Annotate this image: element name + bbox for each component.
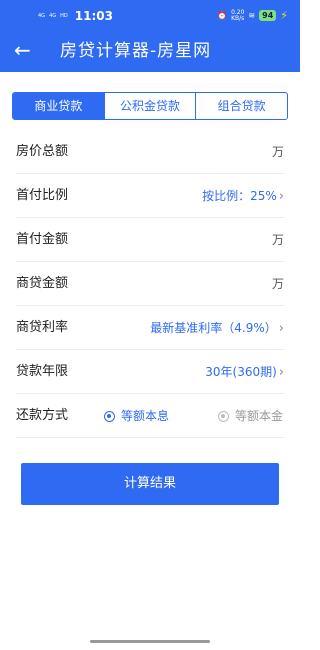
down-amount-unit: 万 bbox=[271, 233, 284, 247]
radio-equal-principal-label: 等额本金 bbox=[235, 409, 284, 423]
radio-equal-installment-label: 等额本息 bbox=[121, 409, 170, 423]
form-rows: 房价总额 万 首付比例 按比例：25% › 首付金额 万 商贷金额 万 商贷利率 … bbox=[0, 130, 300, 438]
total-price-row[interactable]: 房价总额 万 bbox=[16, 130, 284, 174]
loan-type-tabs: 商业贷款 公积金贷款 组合贷款 bbox=[12, 92, 288, 120]
chevron-right-icon: › bbox=[278, 365, 284, 380]
tab-commercial-loan[interactable]: 商业贷款 bbox=[13, 93, 104, 119]
repay-method-row: 还款方式 等额本息 等额本金 bbox=[16, 394, 284, 438]
loan-amount-unit: 万 bbox=[271, 277, 284, 291]
repay-method-label: 还款方式 bbox=[16, 408, 69, 423]
back-arrow-icon[interactable]: ← bbox=[14, 40, 31, 60]
loan-amount-row[interactable]: 商贷金额 万 bbox=[16, 262, 284, 306]
loan-rate-text: 最新基准利率（4.9%） bbox=[150, 321, 277, 335]
calculate-button[interactable]: 计算结果 bbox=[21, 463, 279, 505]
down-ratio-row[interactable]: 首付比例 按比例：25% › bbox=[16, 174, 284, 218]
app-header: 4G 4G HD 11:03 ⏰ 0.20 KB/s ≋ 94 ⚡ ← 房贷计算… bbox=[0, 0, 300, 72]
tab-combined-loan[interactable]: 组合贷款 bbox=[195, 93, 287, 119]
loan-term-row[interactable]: 贷款年限 30年(360期) › bbox=[16, 350, 284, 394]
wifi-icon: ≋ bbox=[248, 11, 256, 20]
total-price-unit: 万 bbox=[271, 145, 284, 159]
radio-equal-principal[interactable]: 等额本金 bbox=[218, 394, 283, 438]
tab-provident-fund-loan[interactable]: 公积金贷款 bbox=[103, 93, 196, 119]
loan-term-label: 贷款年限 bbox=[16, 364, 69, 379]
down-ratio-value[interactable]: 按比例：25% › bbox=[202, 174, 284, 219]
down-ratio-text: 按比例：25% bbox=[202, 189, 277, 203]
loan-rate-row[interactable]: 商贷利率 最新基准利率（4.9%） › bbox=[16, 306, 284, 350]
loan-term-text: 30年(360期) bbox=[205, 365, 277, 379]
radio-unselected-icon bbox=[218, 410, 229, 422]
signal-icon-2: 4G bbox=[49, 12, 57, 19]
total-price-label: 房价总额 bbox=[16, 144, 69, 159]
down-ratio-label: 首付比例 bbox=[16, 188, 69, 203]
home-indicator[interactable] bbox=[90, 640, 210, 643]
loan-term-value[interactable]: 30年(360期) › bbox=[205, 350, 284, 395]
hd-icon: HD bbox=[60, 12, 68, 19]
loan-rate-label: 商贷利率 bbox=[16, 320, 69, 335]
radio-selected-icon bbox=[104, 410, 115, 422]
alarm-icon: ⏰ bbox=[217, 11, 228, 20]
radio-equal-installment[interactable]: 等额本息 bbox=[104, 394, 169, 438]
chevron-right-icon: › bbox=[278, 189, 284, 204]
signal-icon: 4G bbox=[38, 12, 46, 19]
net-speed: 0.20 KB/s bbox=[231, 8, 245, 22]
down-amount-row[interactable]: 首付金额 万 bbox=[16, 218, 284, 262]
status-time: 11:03 bbox=[74, 9, 113, 23]
charging-icon: ⚡ bbox=[280, 9, 288, 22]
chevron-right-icon: › bbox=[278, 321, 284, 336]
status-bar: 4G 4G HD 11:03 ⏰ 0.20 KB/s ≋ 94 ⚡ bbox=[0, 0, 300, 30]
page-title: 房贷计算器-房星网 bbox=[60, 41, 212, 61]
down-amount-label: 首付金额 bbox=[16, 232, 69, 247]
loan-amount-label: 商贷金额 bbox=[16, 276, 69, 291]
loan-rate-value[interactable]: 最新基准利率（4.9%） › bbox=[150, 306, 284, 351]
battery-level: 94 bbox=[259, 10, 277, 21]
